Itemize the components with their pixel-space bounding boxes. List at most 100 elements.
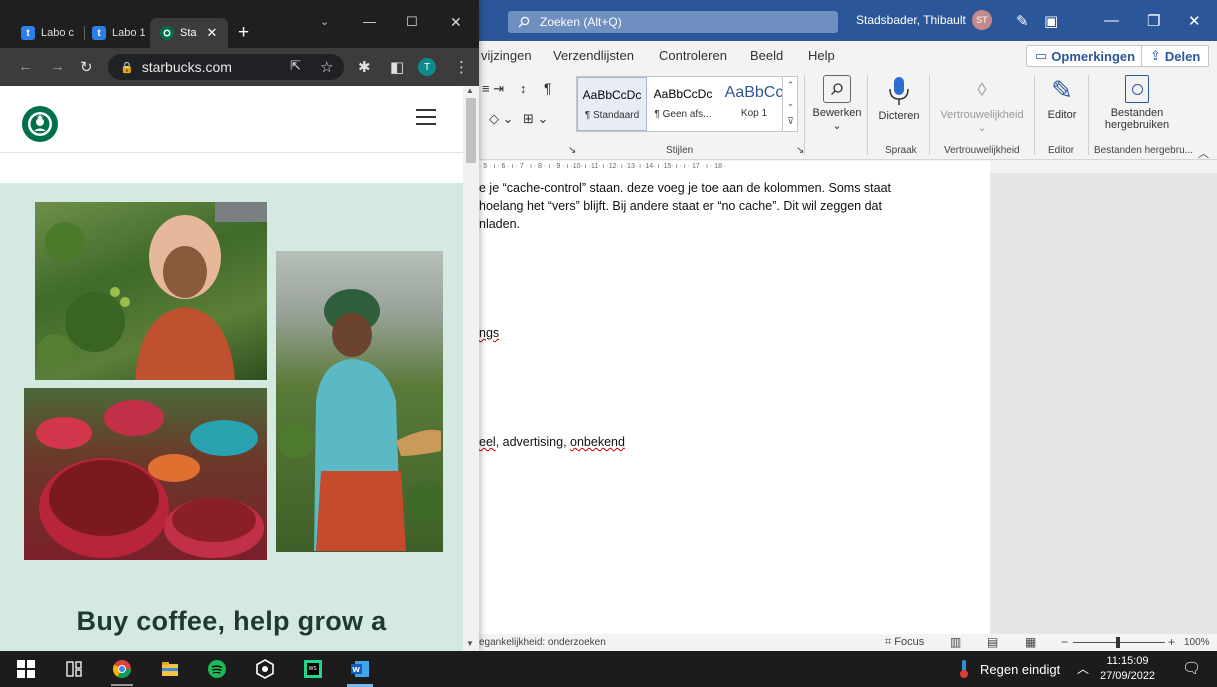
word-search-box[interactable]: Zoeken (Alt+Q)	[508, 11, 838, 33]
scrollbar-thumb[interactable]	[466, 98, 476, 163]
app-cube-icon[interactable]	[255, 659, 275, 679]
minimize-icon[interactable]: —	[1104, 12, 1119, 29]
share-icon[interactable]: ⇱	[290, 58, 301, 74]
tab-search-icon[interactable]: ⌄	[320, 15, 329, 28]
reuse-files-button[interactable]: Bestanden hergebruiken	[1094, 75, 1180, 131]
reload-icon[interactable]: ↻	[80, 58, 93, 76]
tab-labo-c[interactable]: t Labo c	[21, 20, 74, 46]
zoom-slider[interactable]	[1073, 637, 1165, 648]
tab-review[interactable]: Controleren	[659, 48, 727, 63]
minimize-icon[interactable]: —	[363, 14, 376, 29]
tab-references[interactable]: vijzingen	[481, 48, 532, 63]
document-page[interactable]: e je “cache-control” staan. deze voeg je…	[479, 173, 990, 634]
accessibility-status[interactable]: egankelijkheid: onderzoeken	[479, 637, 606, 648]
webstorm-icon[interactable]: WS	[303, 659, 323, 679]
tab-labo-1[interactable]: t Labo 1	[92, 20, 146, 46]
scroll-up-icon[interactable]: ▲	[466, 86, 474, 95]
system-clock[interactable]: 11:15:09 27/09/2022	[1100, 654, 1155, 684]
group-label-editor: Editor	[1048, 145, 1075, 156]
bookmark-star-icon[interactable]: ☆	[320, 58, 333, 76]
word-icon[interactable]: W	[350, 659, 370, 679]
editor-button[interactable]: ✎ Editor	[1040, 75, 1084, 121]
new-tab-icon[interactable]: +	[238, 22, 249, 44]
ribbon-display-icon[interactable]: ▣	[1044, 12, 1058, 30]
comments-button[interactable]: ▭ Opmerkingen	[1026, 45, 1145, 67]
doc-line: eel, advertising, onbekend	[479, 435, 625, 449]
extensions-icon[interactable]: ✱	[358, 58, 371, 76]
sort-icon[interactable]: ↕	[520, 81, 527, 96]
dictate-button[interactable]: Dicteren	[872, 75, 926, 122]
zoom-out-icon[interactable]: −	[1061, 635, 1068, 649]
horizontal-ruler: · 5 · ı · 6 · ı · 7 · ı · 8 · ı · 9 · ı …	[479, 161, 990, 173]
doc-line: hoelang het “vers” blijft. Bij andere st…	[479, 199, 882, 213]
restore-icon[interactable]: ❐	[1147, 12, 1160, 30]
sensitivity-icon: ⬨	[977, 75, 987, 100]
tumblr-icon: t	[92, 26, 106, 40]
tab-close-icon[interactable]: ✕	[207, 25, 218, 41]
sensitivity-button[interactable]: ⬨ Vertrouwelijkheid ⌄	[934, 75, 1030, 134]
close-icon[interactable]: ✕	[1188, 12, 1201, 30]
hamburger-menu-icon[interactable]	[416, 109, 436, 125]
style-heading-1[interactable]: AaBbCc Kop 1	[719, 77, 789, 131]
chrome-tabstrip: t Labo c t Labo 1 Sta ✕ + ⌄ — ☐ ✕	[0, 0, 479, 48]
zoom-level[interactable]: 100%	[1184, 637, 1210, 648]
focus-button[interactable]: ⌗ Focus	[885, 636, 924, 649]
menu-kebab-icon[interactable]: ⋮	[454, 58, 469, 76]
dialog-launcher-icon[interactable]: ↘	[568, 145, 576, 156]
group-label-reuse: Bestanden hergebru...	[1094, 145, 1193, 156]
indent-icon[interactable]: ≡ ⇥	[482, 81, 504, 97]
show-hidden-icons-chevron-icon[interactable]: ︿	[1077, 660, 1089, 677]
group-label-voice: Spraak	[885, 145, 917, 156]
address-bar[interactable]: 🔒 starbucks.com	[108, 54, 344, 80]
notification-icon[interactable]: 🗨	[1182, 659, 1201, 677]
page-gap	[0, 153, 463, 183]
tab-starbucks[interactable]: Sta ✕	[160, 20, 217, 46]
collapse-ribbon-icon[interactable]: ︿	[1198, 145, 1209, 161]
borders-icon[interactable]: ⊞ ⌄	[523, 111, 548, 127]
style-standard[interactable]: AaBbCcDc ¶ Standaard	[577, 77, 647, 131]
read-mode-icon[interactable]: ▥	[950, 635, 961, 649]
close-icon[interactable]: ✕	[450, 14, 462, 31]
file-explorer-icon[interactable]	[160, 659, 180, 679]
woman-photo	[276, 251, 443, 552]
styles-scroll[interactable]: ⌃ ⌄ ⊽	[782, 76, 798, 132]
tab-mailings[interactable]: Verzendlijsten	[553, 48, 634, 63]
pilcrow-icon[interactable]: ¶	[544, 80, 552, 96]
print-layout-icon[interactable]: ▤	[987, 635, 998, 649]
doc-line: e je “cache-control” staan. deze voeg je…	[479, 181, 892, 195]
chrome-icon[interactable]	[112, 659, 132, 679]
page-scrollbar[interactable]: ▲ ▼	[463, 86, 479, 651]
tab-separator	[84, 26, 85, 40]
style-no-spacing[interactable]: AaBbCcDc ¶ Geen afs...	[648, 77, 718, 131]
zoom-in-icon[interactable]: +	[1168, 635, 1175, 649]
windows-start-icon[interactable]	[16, 659, 36, 679]
word-account[interactable]: Stadsbader, Thibault ST	[856, 10, 992, 30]
doc-line: ngs	[479, 326, 500, 340]
desktop: Zoeken (Alt+Q) Stadsbader, Thibault ST ✎…	[0, 0, 1217, 687]
starbucks-logo[interactable]	[22, 106, 58, 142]
word-search-placeholder: Zoeken (Alt+Q)	[540, 15, 622, 29]
share-icon: ⇪	[1150, 48, 1161, 63]
tumblr-icon: t	[21, 26, 35, 40]
profile-avatar[interactable]: T	[418, 58, 436, 76]
divider	[1034, 75, 1035, 155]
forward-icon[interactable]: →	[50, 58, 65, 75]
pen-icon[interactable]: ✎	[1016, 12, 1029, 30]
divider	[867, 75, 868, 155]
weather-widget[interactable]: Regen eindigt	[958, 659, 1060, 679]
side-panel-icon[interactable]: ◧	[390, 58, 404, 76]
tab-view[interactable]: Beeld	[750, 48, 783, 63]
zoom-slider-thumb[interactable]	[1116, 637, 1120, 648]
spotify-icon[interactable]	[207, 659, 227, 679]
taskbar: WS W Regen eindigt ︿ 11:15:09 27/09/2022…	[0, 651, 1217, 687]
hero-headline: Buy coffee, help grow a	[76, 606, 387, 636]
back-icon[interactable]: ←	[18, 58, 33, 75]
share-button[interactable]: ⇪ Delen	[1141, 45, 1210, 67]
shading-icon[interactable]: ◇ ⌄	[489, 111, 514, 127]
tab-help[interactable]: Help	[808, 48, 835, 63]
web-layout-icon[interactable]: ▦	[1025, 635, 1036, 649]
maximize-icon[interactable]: ☐	[406, 14, 418, 30]
scroll-down-icon[interactable]: ▼	[466, 639, 474, 648]
task-view-icon[interactable]	[64, 659, 84, 679]
edit-button[interactable]: Bewerken ⌄	[812, 75, 862, 132]
